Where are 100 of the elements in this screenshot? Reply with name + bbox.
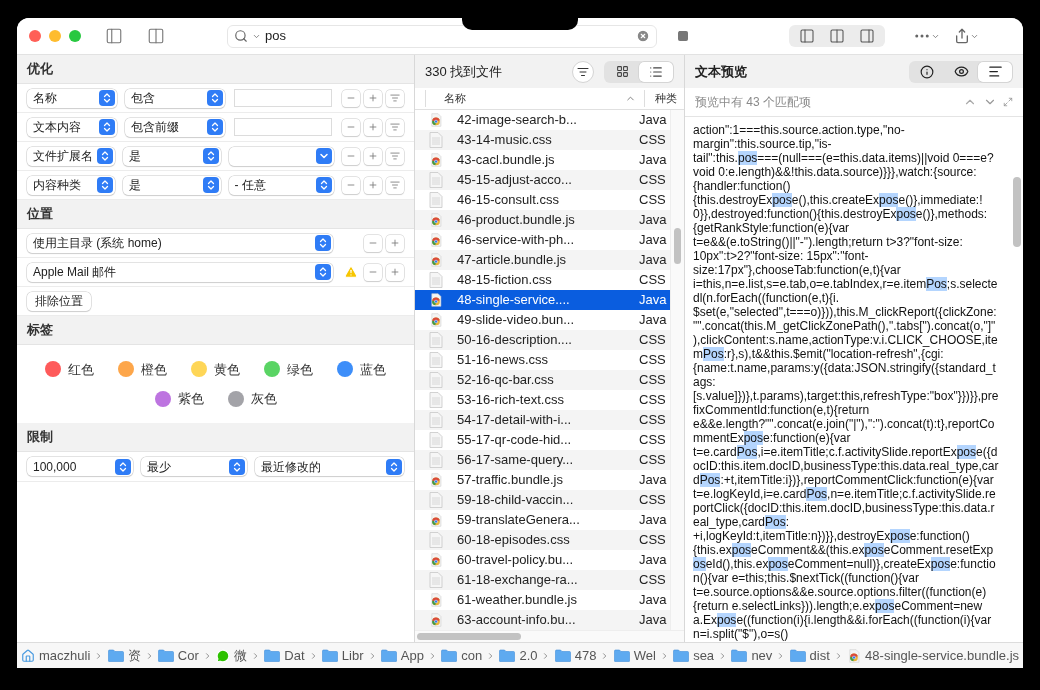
filter-button[interactable]: [572, 60, 594, 83]
select-field[interactable]: 使用主目录 (系统 home): [27, 233, 333, 253]
tag-label[interactable]: 红色: [68, 359, 94, 379]
tag-label[interactable]: 蓝色: [360, 359, 386, 379]
minimize-button[interactable]: [49, 30, 61, 42]
zoom-button[interactable]: [69, 30, 81, 42]
path-item[interactable]: maczhuli: [21, 645, 91, 666]
add-button[interactable]: [364, 176, 382, 194]
add-button[interactable]: [364, 89, 382, 107]
columns-icon[interactable]: [829, 28, 845, 44]
file-row[interactable]: 63-account-info.bu... Java: [415, 610, 670, 630]
path-item[interactable]: 48-single-service.bundle.js: [847, 645, 1020, 666]
value-field[interactable]: [234, 118, 332, 136]
folder-icon: [673, 649, 690, 662]
path-item[interactable]: 资: [107, 645, 141, 666]
path-item[interactable]: dist: [789, 645, 830, 666]
file-row[interactable]: 48-single-service.... Java: [415, 290, 670, 310]
file-kind: CSS: [639, 131, 666, 150]
section-title: 优化: [27, 60, 53, 79]
scrollbar-thumb[interactable]: [674, 228, 681, 264]
remove-button[interactable]: [364, 263, 382, 281]
close-button[interactable]: [29, 30, 41, 42]
options-button[interactable]: [386, 147, 404, 165]
document-icon: [429, 432, 443, 448]
tag-label[interactable]: 灰色: [250, 389, 277, 409]
select-field[interactable]: Apple Mail 邮件: [27, 262, 333, 282]
select-field[interactable]: 是: [122, 175, 221, 195]
exclude-location-button[interactable]: 排除位置: [27, 291, 91, 311]
tag-label[interactable]: 橙色: [141, 359, 167, 379]
folder-icon: [380, 649, 397, 662]
value-field[interactable]: [234, 89, 332, 107]
select-field[interactable]: 最近修改的: [254, 457, 404, 476]
path-item[interactable]: nev: [731, 645, 773, 666]
select-field[interactable]: 包含前缀: [125, 117, 225, 137]
list-icon: [390, 180, 400, 190]
tag-label[interactable]: 绿色: [287, 359, 313, 379]
remove-button[interactable]: [342, 118, 360, 136]
path-item[interactable]: 微: [216, 645, 248, 666]
scrollbar-thumb[interactable]: [417, 633, 521, 640]
select-field[interactable]: 是: [122, 146, 221, 166]
stepper-icon: [315, 264, 331, 280]
path-item[interactable]: Wel: [613, 645, 656, 666]
browser-file-icon: [429, 313, 443, 327]
remove-button[interactable]: [342, 176, 360, 194]
search-field[interactable]: pos: [227, 24, 657, 48]
file-row[interactable]: 61-18-exchange-ra... CSS: [415, 570, 670, 590]
file-name: 60-18-episodes.css: [457, 531, 571, 550]
file-kind: CSS: [639, 371, 666, 390]
add-button[interactable]: [386, 234, 404, 252]
file-row[interactable]: 60-18-episodes.css CSS: [415, 530, 670, 550]
options-button[interactable]: [386, 89, 404, 107]
remove-button[interactable]: [342, 89, 360, 107]
column-header[interactable]: 名称: [425, 90, 625, 107]
select-field[interactable]: 文件扩展名: [27, 146, 115, 166]
path-item[interactable]: Cor: [157, 645, 199, 666]
remove-button[interactable]: [364, 234, 382, 252]
left-panel-icon[interactable]: [799, 28, 815, 44]
file-row[interactable]: 43-14-music.css CSS: [415, 130, 670, 150]
sidebar-icon[interactable]: [105, 27, 123, 45]
add-button[interactable]: [386, 263, 404, 281]
remove-button[interactable]: [342, 147, 360, 165]
select-field[interactable]: 内容种类: [27, 175, 115, 195]
path-item[interactable]: con: [441, 645, 483, 666]
path-item[interactable]: Libr: [321, 645, 364, 666]
clear-icon[interactable]: [636, 29, 650, 43]
path-item[interactable]: App: [380, 645, 424, 666]
select-field[interactable]: - 任意: [228, 175, 334, 195]
text-button[interactable]: [978, 61, 1012, 82]
scrollbar-thumb[interactable]: [1013, 177, 1021, 247]
options-button[interactable]: [386, 176, 404, 194]
file-row[interactable]: 50-16-description.... CSS: [415, 330, 670, 350]
stop-icon[interactable]: [677, 30, 689, 42]
path-item[interactable]: 478: [554, 645, 597, 666]
add-button[interactable]: [364, 118, 382, 136]
file-row[interactable]: 47-article.bundle.js Java: [415, 250, 670, 270]
file-name: 46-15-consult.css: [457, 191, 560, 210]
select-field[interactable]: 包含: [125, 88, 225, 108]
select-field[interactable]: [228, 146, 334, 166]
file-row[interactable]: 45-15-adjust-acco... CSS: [415, 170, 670, 190]
path-item[interactable]: 2.0: [499, 645, 538, 666]
path-item[interactable]: sea: [673, 645, 715, 666]
tag-label[interactable]: 紫色: [177, 389, 204, 409]
file-row[interactable]: 56-17-same-query... CSS: [415, 450, 670, 470]
right-panel-icon[interactable]: [859, 28, 875, 44]
select-field[interactable]: 最少: [140, 457, 247, 476]
file-row[interactable]: 46-product.bundle.js Java: [415, 210, 670, 230]
select-field[interactable]: 文本内容: [27, 117, 117, 137]
file-row[interactable]: 54-17-detail-with-i... CSS: [415, 410, 670, 430]
options-button[interactable]: [386, 118, 404, 136]
expand-icon[interactable]: [1003, 97, 1013, 107]
column-header[interactable]: 种类: [644, 90, 677, 107]
select-field[interactable]: 名称: [27, 88, 117, 108]
share-icon[interactable]: [954, 28, 970, 44]
select-field[interactable]: 100,000: [27, 457, 133, 476]
file-row[interactable]: 52-16-qc-bar.css CSS: [415, 370, 670, 390]
code-line: void 0:e.length)&&!this.data.source)}}},watch:{source:: [693, 165, 977, 179]
path-item[interactable]: Dat: [264, 645, 305, 666]
add-button[interactable]: [364, 147, 382, 165]
file-row[interactable]: 59-18-child-vaccin... CSS: [415, 490, 670, 510]
tag-label[interactable]: 黄色: [214, 359, 240, 379]
